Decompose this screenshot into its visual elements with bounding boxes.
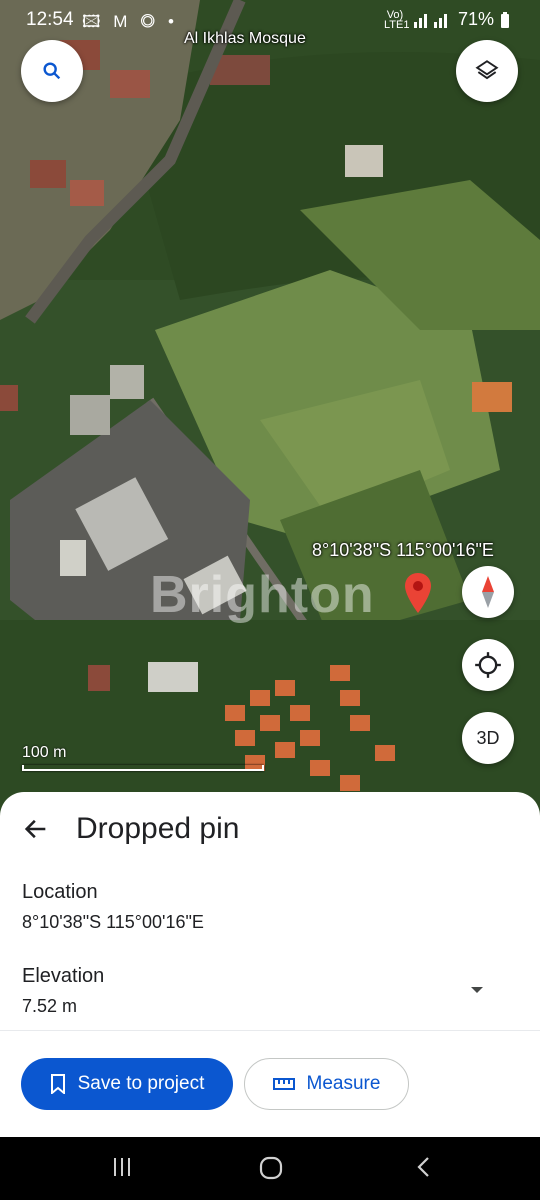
notification-icons: 🖾 M ◎ • (82, 12, 178, 31)
signal-icon (413, 13, 447, 28)
pin-coordinate-label: 8°10'38"S 115°00'16"E (312, 540, 494, 560)
expand-dropdown-icon[interactable] (468, 984, 486, 996)
sheet-title: Dropped pin (76, 812, 240, 845)
watermark: Brighton (150, 566, 375, 624)
home-icon[interactable] (258, 1155, 284, 1181)
recents-icon[interactable] (110, 1155, 134, 1179)
status-right: Vo) LTE1 71% (384, 9, 510, 30)
back-arrow-icon[interactable] (22, 815, 50, 843)
sheet-header: Dropped pin (22, 812, 239, 846)
map-pin-icon[interactable] (404, 572, 432, 614)
location-value[interactable]: 8°10'38"S 115°00'16"E (22, 912, 204, 933)
search-icon (43, 62, 61, 80)
location-label: Location (22, 881, 98, 903)
network-icon: Vo) LTE1 (383, 8, 410, 31)
measure-label: Measure (306, 1073, 381, 1094)
battery-icon (501, 11, 509, 28)
layers-icon (475, 60, 499, 80)
battery-level: 71% (457, 9, 494, 29)
divider (0, 1030, 540, 1031)
search-button[interactable] (21, 40, 83, 102)
elevation-label: Elevation (22, 965, 105, 987)
bookmark-icon (50, 1074, 65, 1094)
system-nav-bar (0, 1137, 540, 1200)
save-to-project-button[interactable]: Save to project (21, 1058, 233, 1110)
poi-label[interactable]: Al Ikhlas Mosque (184, 30, 306, 48)
crosshair-icon (475, 652, 501, 678)
dropped-pin-sheet: Dropped pin Location 8°10'38"S 115°00'16… (0, 792, 540, 1137)
satellite-imagery (0, 0, 540, 830)
view-3d-button[interactable]: 3D (462, 712, 514, 764)
compass-button[interactable] (462, 566, 514, 618)
scale-bar (22, 765, 264, 771)
measure-button[interactable]: Measure (244, 1058, 409, 1110)
satellite-map[interactable]: 12:54 🖾 M ◎ • Vo) LTE1 71% Al Ikhlas Mos… (0, 0, 540, 830)
back-icon[interactable] (412, 1155, 436, 1179)
scale-label: 100 m (22, 744, 67, 761)
save-to-project-label: Save to project (77, 1073, 205, 1094)
layers-button[interactable] (456, 40, 518, 102)
elevation-value: 7.52 m (22, 996, 78, 1016)
compass-icon (482, 576, 494, 608)
my-location-button[interactable] (462, 639, 514, 691)
ruler-icon (272, 1078, 295, 1090)
status-time: 12:54 (26, 9, 74, 30)
